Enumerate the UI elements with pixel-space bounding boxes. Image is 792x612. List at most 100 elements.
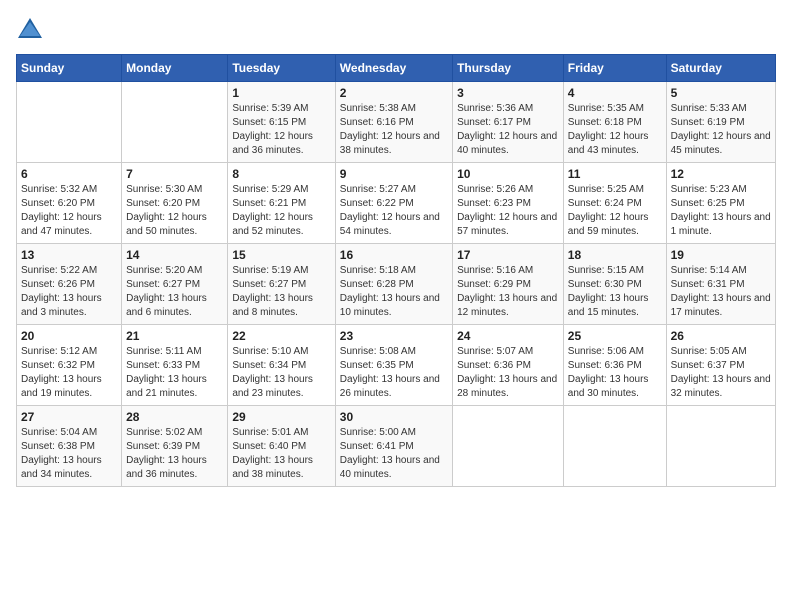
day-number: 19 (671, 248, 771, 262)
day-info: Sunrise: 5:25 AMSunset: 6:24 PMDaylight:… (568, 183, 662, 239)
day-info: Sunrise: 5:10 AMSunset: 6:34 PMDaylight:… (232, 345, 330, 401)
day-info: Sunrise: 5:19 AMSunset: 6:27 PMDaylight:… (232, 264, 330, 320)
day-info: Sunrise: 5:15 AMSunset: 6:30 PMDaylight:… (568, 264, 662, 320)
day-info: Sunrise: 5:29 AMSunset: 6:21 PMDaylight:… (232, 183, 330, 239)
header (16, 16, 776, 44)
day-info: Sunrise: 5:05 AMSunset: 6:37 PMDaylight:… (671, 345, 771, 401)
day-info: Sunrise: 5:35 AMSunset: 6:18 PMDaylight:… (568, 102, 662, 158)
day-cell: 5 Sunrise: 5:33 AMSunset: 6:19 PMDaylight… (666, 82, 775, 163)
day-cell: 16 Sunrise: 5:18 AMSunset: 6:28 PMDayligh… (335, 244, 452, 325)
day-cell (17, 82, 122, 163)
calendar-table: SundayMondayTuesdayWednesdayThursdayFrid… (16, 54, 776, 487)
day-cell: 8 Sunrise: 5:29 AMSunset: 6:21 PMDaylight… (228, 163, 335, 244)
day-number: 4 (568, 86, 662, 100)
day-number: 23 (340, 329, 448, 343)
day-cell: 6 Sunrise: 5:32 AMSunset: 6:20 PMDaylight… (17, 163, 122, 244)
day-number: 16 (340, 248, 448, 262)
day-number: 10 (457, 167, 559, 181)
day-info: Sunrise: 5:32 AMSunset: 6:20 PMDaylight:… (21, 183, 117, 239)
calendar-header: SundayMondayTuesdayWednesdayThursdayFrid… (17, 55, 776, 82)
day-info: Sunrise: 5:27 AMSunset: 6:22 PMDaylight:… (340, 183, 448, 239)
day-cell: 2Sunrise: 5:38 AMSunset: 6:16 PMDaylight… (335, 82, 452, 163)
header-cell-saturday: Saturday (666, 55, 775, 82)
day-info: Sunrise: 5:07 AMSunset: 6:36 PMDaylight:… (457, 345, 559, 401)
day-info: Sunrise: 5:38 AMSunset: 6:16 PMDaylight:… (340, 102, 448, 158)
day-cell: 29 Sunrise: 5:01 AMSunset: 6:40 PMDayligh… (228, 406, 335, 487)
day-cell: 23Sunrise: 5:08 AMSunset: 6:35 PMDayligh… (335, 325, 452, 406)
day-cell (122, 82, 228, 163)
header-row: SundayMondayTuesdayWednesdayThursdayFrid… (17, 55, 776, 82)
day-info: Sunrise: 5:30 AMSunset: 6:20 PMDaylight:… (126, 183, 223, 239)
day-cell: 27 Sunrise: 5:04 AMSunset: 6:38 PMDayligh… (17, 406, 122, 487)
week-row-3: 13 Sunrise: 5:22 AMSunset: 6:26 PMDayligh… (17, 244, 776, 325)
header-cell-tuesday: Tuesday (228, 55, 335, 82)
day-cell: 4 Sunrise: 5:35 AMSunset: 6:18 PMDaylight… (563, 82, 666, 163)
day-info: Sunrise: 5:18 AMSunset: 6:28 PMDaylight:… (340, 264, 448, 320)
day-cell: 26 Sunrise: 5:05 AMSunset: 6:37 PMDayligh… (666, 325, 775, 406)
day-cell: 7 Sunrise: 5:30 AMSunset: 6:20 PMDaylight… (122, 163, 228, 244)
day-number: 14 (126, 248, 223, 262)
week-row-4: 20Sunrise: 5:12 AMSunset: 6:32 PMDayligh… (17, 325, 776, 406)
day-number: 27 (21, 410, 117, 424)
day-info: Sunrise: 5:36 AMSunset: 6:17 PMDaylight:… (457, 102, 559, 158)
day-cell: 19 Sunrise: 5:14 AMSunset: 6:31 PMDayligh… (666, 244, 775, 325)
day-info: Sunrise: 5:26 AMSunset: 6:23 PMDaylight:… (457, 183, 559, 239)
day-number: 21 (126, 329, 223, 343)
day-cell: 10 Sunrise: 5:26 AMSunset: 6:23 PMDayligh… (453, 163, 564, 244)
day-info: Sunrise: 5:06 AMSunset: 6:36 PMDaylight:… (568, 345, 662, 401)
day-cell: 20Sunrise: 5:12 AMSunset: 6:32 PMDayligh… (17, 325, 122, 406)
day-cell: 3 Sunrise: 5:36 AMSunset: 6:17 PMDaylight… (453, 82, 564, 163)
day-cell: 30 Sunrise: 5:00 AMSunset: 6:41 PMDayligh… (335, 406, 452, 487)
day-info: Sunrise: 5:20 AMSunset: 6:27 PMDaylight:… (126, 264, 223, 320)
day-number: 28 (126, 410, 223, 424)
day-number: 12 (671, 167, 771, 181)
header-cell-monday: Monday (122, 55, 228, 82)
day-info: Sunrise: 5:22 AMSunset: 6:26 PMDaylight:… (21, 264, 117, 320)
calendar-body: 1Sunrise: 5:39 AMSunset: 6:15 PMDaylight… (17, 82, 776, 487)
day-cell: 15 Sunrise: 5:19 AMSunset: 6:27 PMDayligh… (228, 244, 335, 325)
day-number: 8 (232, 167, 330, 181)
day-number: 24 (457, 329, 559, 343)
week-row-5: 27 Sunrise: 5:04 AMSunset: 6:38 PMDayligh… (17, 406, 776, 487)
day-info: Sunrise: 5:16 AMSunset: 6:29 PMDaylight:… (457, 264, 559, 320)
day-cell (453, 406, 564, 487)
day-number: 17 (457, 248, 559, 262)
day-info: Sunrise: 5:33 AMSunset: 6:19 PMDaylight:… (671, 102, 771, 158)
day-number: 25 (568, 329, 662, 343)
day-number: 6 (21, 167, 117, 181)
day-info: Sunrise: 5:11 AMSunset: 6:33 PMDaylight:… (126, 345, 223, 401)
day-cell: 11 Sunrise: 5:25 AMSunset: 6:24 PMDayligh… (563, 163, 666, 244)
day-number: 29 (232, 410, 330, 424)
day-cell: 25 Sunrise: 5:06 AMSunset: 6:36 PMDayligh… (563, 325, 666, 406)
day-info: Sunrise: 5:01 AMSunset: 6:40 PMDaylight:… (232, 426, 330, 482)
day-cell: 1Sunrise: 5:39 AMSunset: 6:15 PMDaylight… (228, 82, 335, 163)
week-row-2: 6 Sunrise: 5:32 AMSunset: 6:20 PMDaylight… (17, 163, 776, 244)
day-number: 5 (671, 86, 771, 100)
day-number: 3 (457, 86, 559, 100)
header-cell-thursday: Thursday (453, 55, 564, 82)
week-row-1: 1Sunrise: 5:39 AMSunset: 6:15 PMDaylight… (17, 82, 776, 163)
day-cell: 13 Sunrise: 5:22 AMSunset: 6:26 PMDayligh… (17, 244, 122, 325)
logo (16, 16, 48, 44)
header-cell-sunday: Sunday (17, 55, 122, 82)
day-info: Sunrise: 5:14 AMSunset: 6:31 PMDaylight:… (671, 264, 771, 320)
day-number: 13 (21, 248, 117, 262)
day-info: Sunrise: 5:02 AMSunset: 6:39 PMDaylight:… (126, 426, 223, 482)
day-number: 22 (232, 329, 330, 343)
day-cell: 14 Sunrise: 5:20 AMSunset: 6:27 PMDayligh… (122, 244, 228, 325)
day-number: 26 (671, 329, 771, 343)
day-cell: 22 Sunrise: 5:10 AMSunset: 6:34 PMDayligh… (228, 325, 335, 406)
day-number: 11 (568, 167, 662, 181)
day-cell: 12 Sunrise: 5:23 AMSunset: 6:25 PMDayligh… (666, 163, 775, 244)
day-cell: 24 Sunrise: 5:07 AMSunset: 6:36 PMDayligh… (453, 325, 564, 406)
logo-icon (16, 16, 44, 44)
day-cell: 18Sunrise: 5:15 AMSunset: 6:30 PMDayligh… (563, 244, 666, 325)
day-info: Sunrise: 5:04 AMSunset: 6:38 PMDaylight:… (21, 426, 117, 482)
day-number: 30 (340, 410, 448, 424)
day-number: 7 (126, 167, 223, 181)
day-info: Sunrise: 5:12 AMSunset: 6:32 PMDaylight:… (21, 345, 117, 401)
day-number: 15 (232, 248, 330, 262)
day-info: Sunrise: 5:00 AMSunset: 6:41 PMDaylight:… (340, 426, 448, 482)
day-info: Sunrise: 5:23 AMSunset: 6:25 PMDaylight:… (671, 183, 771, 239)
header-cell-friday: Friday (563, 55, 666, 82)
